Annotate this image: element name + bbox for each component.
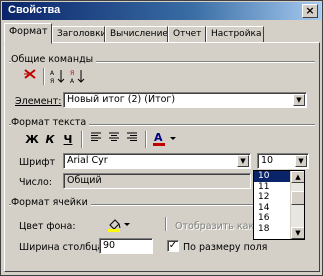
element-label: Элемент: bbox=[15, 96, 62, 107]
tab-calculation[interactable]: Вычисление bbox=[105, 26, 168, 43]
list-item[interactable]: 10 bbox=[254, 171, 290, 182]
window-title: Свойства bbox=[8, 4, 61, 16]
title-bar[interactable]: Свойства × bbox=[2, 2, 321, 20]
background-color-label: Цвет фона: bbox=[19, 221, 76, 232]
toolbar-divider bbox=[43, 68, 45, 85]
toolbar-divider bbox=[81, 131, 83, 148]
close-button[interactable]: × bbox=[302, 4, 318, 18]
align-right-icon[interactable] bbox=[123, 131, 141, 149]
sort-descending-icon[interactable]: ЯA bbox=[69, 68, 87, 86]
text-format-label: Формат текста bbox=[11, 117, 90, 128]
svg-text:A: A bbox=[70, 78, 75, 84]
tab-headers[interactable]: Заголовки bbox=[52, 26, 105, 43]
font-select[interactable]: Arial Cyr ▼ bbox=[63, 153, 251, 169]
auto-width-label: По размеру поля bbox=[183, 242, 268, 253]
svg-text:Я: Я bbox=[70, 70, 74, 77]
toolbar-divider bbox=[145, 131, 147, 148]
sort-ascending-icon[interactable]: AЯ bbox=[49, 68, 67, 86]
toolbar-divider bbox=[165, 217, 167, 231]
font-size-select[interactable]: 10 ▼ bbox=[257, 153, 309, 169]
scroll-down-icon[interactable]: ▼ bbox=[291, 227, 304, 239]
cell-format-label: Формат ячейки bbox=[11, 197, 91, 208]
tab-report[interactable]: Отчет bbox=[168, 26, 206, 43]
font-size-value: 10 bbox=[261, 155, 274, 166]
scroll-up-icon[interactable]: ▲ bbox=[291, 171, 304, 183]
tab-settings[interactable]: Настройка bbox=[206, 26, 264, 43]
font-color-icon[interactable]: A bbox=[151, 131, 181, 149]
number-format-select[interactable]: Общий bbox=[63, 173, 251, 189]
svg-text:A: A bbox=[154, 131, 163, 144]
delete-icon[interactable] bbox=[21, 68, 39, 86]
font-label: Шрифт bbox=[19, 157, 56, 168]
column-width-label: Ширина столбца: bbox=[19, 242, 107, 253]
auto-width-checkbox[interactable]: ✓ bbox=[167, 240, 179, 252]
font-size-dropdown-list[interactable]: 10 11 12 14 16 18 ▲ ▼ bbox=[253, 170, 305, 240]
scroll-thumb[interactable] bbox=[291, 191, 304, 205]
chevron-down-icon[interactable]: ▼ bbox=[295, 155, 307, 167]
number-label: Число: bbox=[19, 177, 52, 188]
underline-button[interactable]: Ч bbox=[59, 131, 77, 149]
tab-format[interactable]: Формат bbox=[4, 23, 52, 44]
dropdown-scrollbar[interactable]: ▲ ▼ bbox=[290, 171, 304, 239]
tab-strip: Формат Заголовки Вычисление Отчет Настро… bbox=[4, 23, 320, 44]
bold-button[interactable]: Ж bbox=[23, 131, 41, 149]
align-left-icon[interactable] bbox=[87, 131, 105, 149]
fill-color-icon[interactable] bbox=[107, 217, 133, 235]
chevron-down-icon[interactable]: ▼ bbox=[237, 155, 249, 167]
column-width-input[interactable]: 90 bbox=[99, 238, 153, 254]
display-as-label: Отобразить как bbox=[175, 221, 255, 232]
number-format-value: Общий bbox=[67, 175, 102, 186]
element-select[interactable]: Новый итог (2) (Итог) ▼ bbox=[63, 92, 307, 108]
font-value: Arial Cyr bbox=[67, 155, 108, 166]
italic-button[interactable]: К bbox=[41, 131, 59, 149]
common-commands-label: Общие команды bbox=[11, 54, 97, 65]
align-center-icon[interactable] bbox=[105, 131, 123, 149]
element-value: Новый итог (2) (Итог) bbox=[67, 94, 176, 105]
svg-text:Я: Я bbox=[50, 78, 54, 84]
properties-window: Свойства × Формат Заголовки Вычисление О… bbox=[0, 0, 323, 276]
svg-text:A: A bbox=[50, 70, 55, 77]
chevron-down-icon[interactable]: ▼ bbox=[293, 94, 305, 106]
